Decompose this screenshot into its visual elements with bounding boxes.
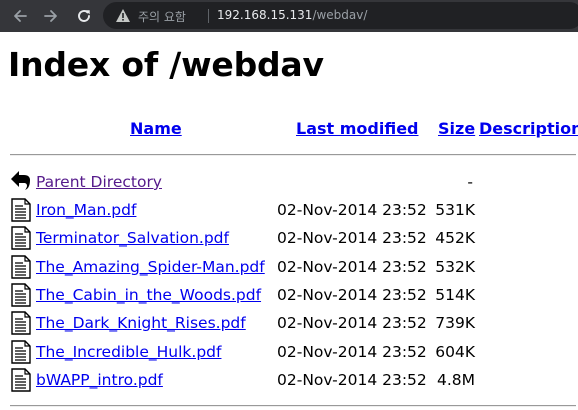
address-bar-divider (208, 9, 209, 23)
file-modified: 02-Nov-2014 23:52 (277, 286, 427, 304)
file-row: The_Incredible_Hulk.pdf 02-Nov-2014 23:5… (0, 340, 578, 368)
url-text[interactable]: 192.168.15.131/webdav/ (217, 8, 367, 22)
sort-by-size-link[interactable]: Size (438, 119, 475, 138)
security-status-label[interactable]: 주의 요함 (138, 8, 186, 25)
reload-button[interactable] (73, 5, 95, 27)
file-link[interactable]: Terminator_Salvation.pdf (36, 229, 229, 247)
back-arrow-icon (11, 171, 30, 190)
file-row: The_Dark_Knight_Rises.pdf 02-Nov-2014 23… (0, 311, 578, 339)
file-link[interactable]: Iron_Man.pdf (36, 201, 136, 219)
sort-by-name-link[interactable]: Name (130, 119, 182, 138)
parent-directory-link[interactable]: Parent Directory (36, 173, 162, 191)
parent-directory-row: Parent Directory - (0, 170, 578, 198)
file-modified: 02-Nov-2014 23:52 (277, 258, 427, 276)
file-link[interactable]: The_Dark_Knight_Rises.pdf (36, 314, 246, 332)
file-modified: 02-Nov-2014 23:52 (277, 229, 427, 247)
footer-divider (10, 405, 576, 407)
document-icon (11, 255, 31, 279)
document-icon (11, 340, 31, 364)
page-title: Index of /webdav (8, 45, 324, 84)
file-size: 4.8M (436, 371, 475, 389)
file-row: The_Amazing_Spider-Man.pdf 02-Nov-2014 2… (0, 255, 578, 283)
document-icon (11, 226, 31, 250)
file-size: 514K (435, 286, 475, 304)
file-link[interactable]: The_Cabin_in_the_Woods.pdf (36, 286, 261, 304)
header-divider (10, 154, 576, 156)
url-host: 192.168.15.131 (217, 8, 313, 22)
file-row: The_Cabin_in_the_Woods.pdf 02-Nov-2014 2… (0, 283, 578, 311)
url-path: /webdav/ (312, 8, 368, 22)
back-button[interactable] (9, 5, 31, 27)
document-icon (11, 283, 31, 307)
file-modified: 02-Nov-2014 23:52 (277, 343, 427, 361)
arrow-right-icon (44, 10, 57, 22)
browser-toolbar: 주의 요함 192.168.15.131/webdav/ (0, 0, 578, 32)
file-size: 604K (435, 343, 475, 361)
file-size: 452K (435, 229, 475, 247)
sort-by-last-modified-link[interactable]: Last modified (296, 119, 419, 138)
file-size: 532K (435, 258, 475, 276)
file-row: Iron_Man.pdf 02-Nov-2014 23:52 531K (0, 198, 578, 226)
address-bar[interactable]: 주의 요함 192.168.15.131/webdav/ (103, 2, 578, 29)
sort-by-description-link[interactable]: Description (479, 119, 578, 138)
file-link[interactable]: bWAPP_intro.pdf (36, 371, 163, 389)
parent-directory-size: - (467, 173, 473, 191)
file-size: 531K (435, 201, 475, 219)
file-size: 739K (435, 314, 475, 332)
file-modified: 02-Nov-2014 23:52 (277, 371, 427, 389)
file-link[interactable]: The_Incredible_Hulk.pdf (36, 343, 221, 361)
file-row: Terminator_Salvation.pdf 02-Nov-2014 23:… (0, 226, 578, 254)
file-row: bWAPP_intro.pdf 02-Nov-2014 23:52 4.8M (0, 368, 578, 396)
file-modified: 02-Nov-2014 23:52 (277, 314, 427, 332)
reload-icon (78, 10, 90, 22)
document-icon (11, 368, 31, 392)
arrow-left-icon (14, 10, 27, 22)
file-modified: 02-Nov-2014 23:52 (277, 201, 427, 219)
document-icon (11, 198, 31, 222)
document-icon (11, 311, 31, 335)
file-link[interactable]: The_Amazing_Spider-Man.pdf (36, 258, 265, 276)
forward-button[interactable] (40, 5, 62, 27)
warning-icon[interactable] (115, 8, 131, 23)
